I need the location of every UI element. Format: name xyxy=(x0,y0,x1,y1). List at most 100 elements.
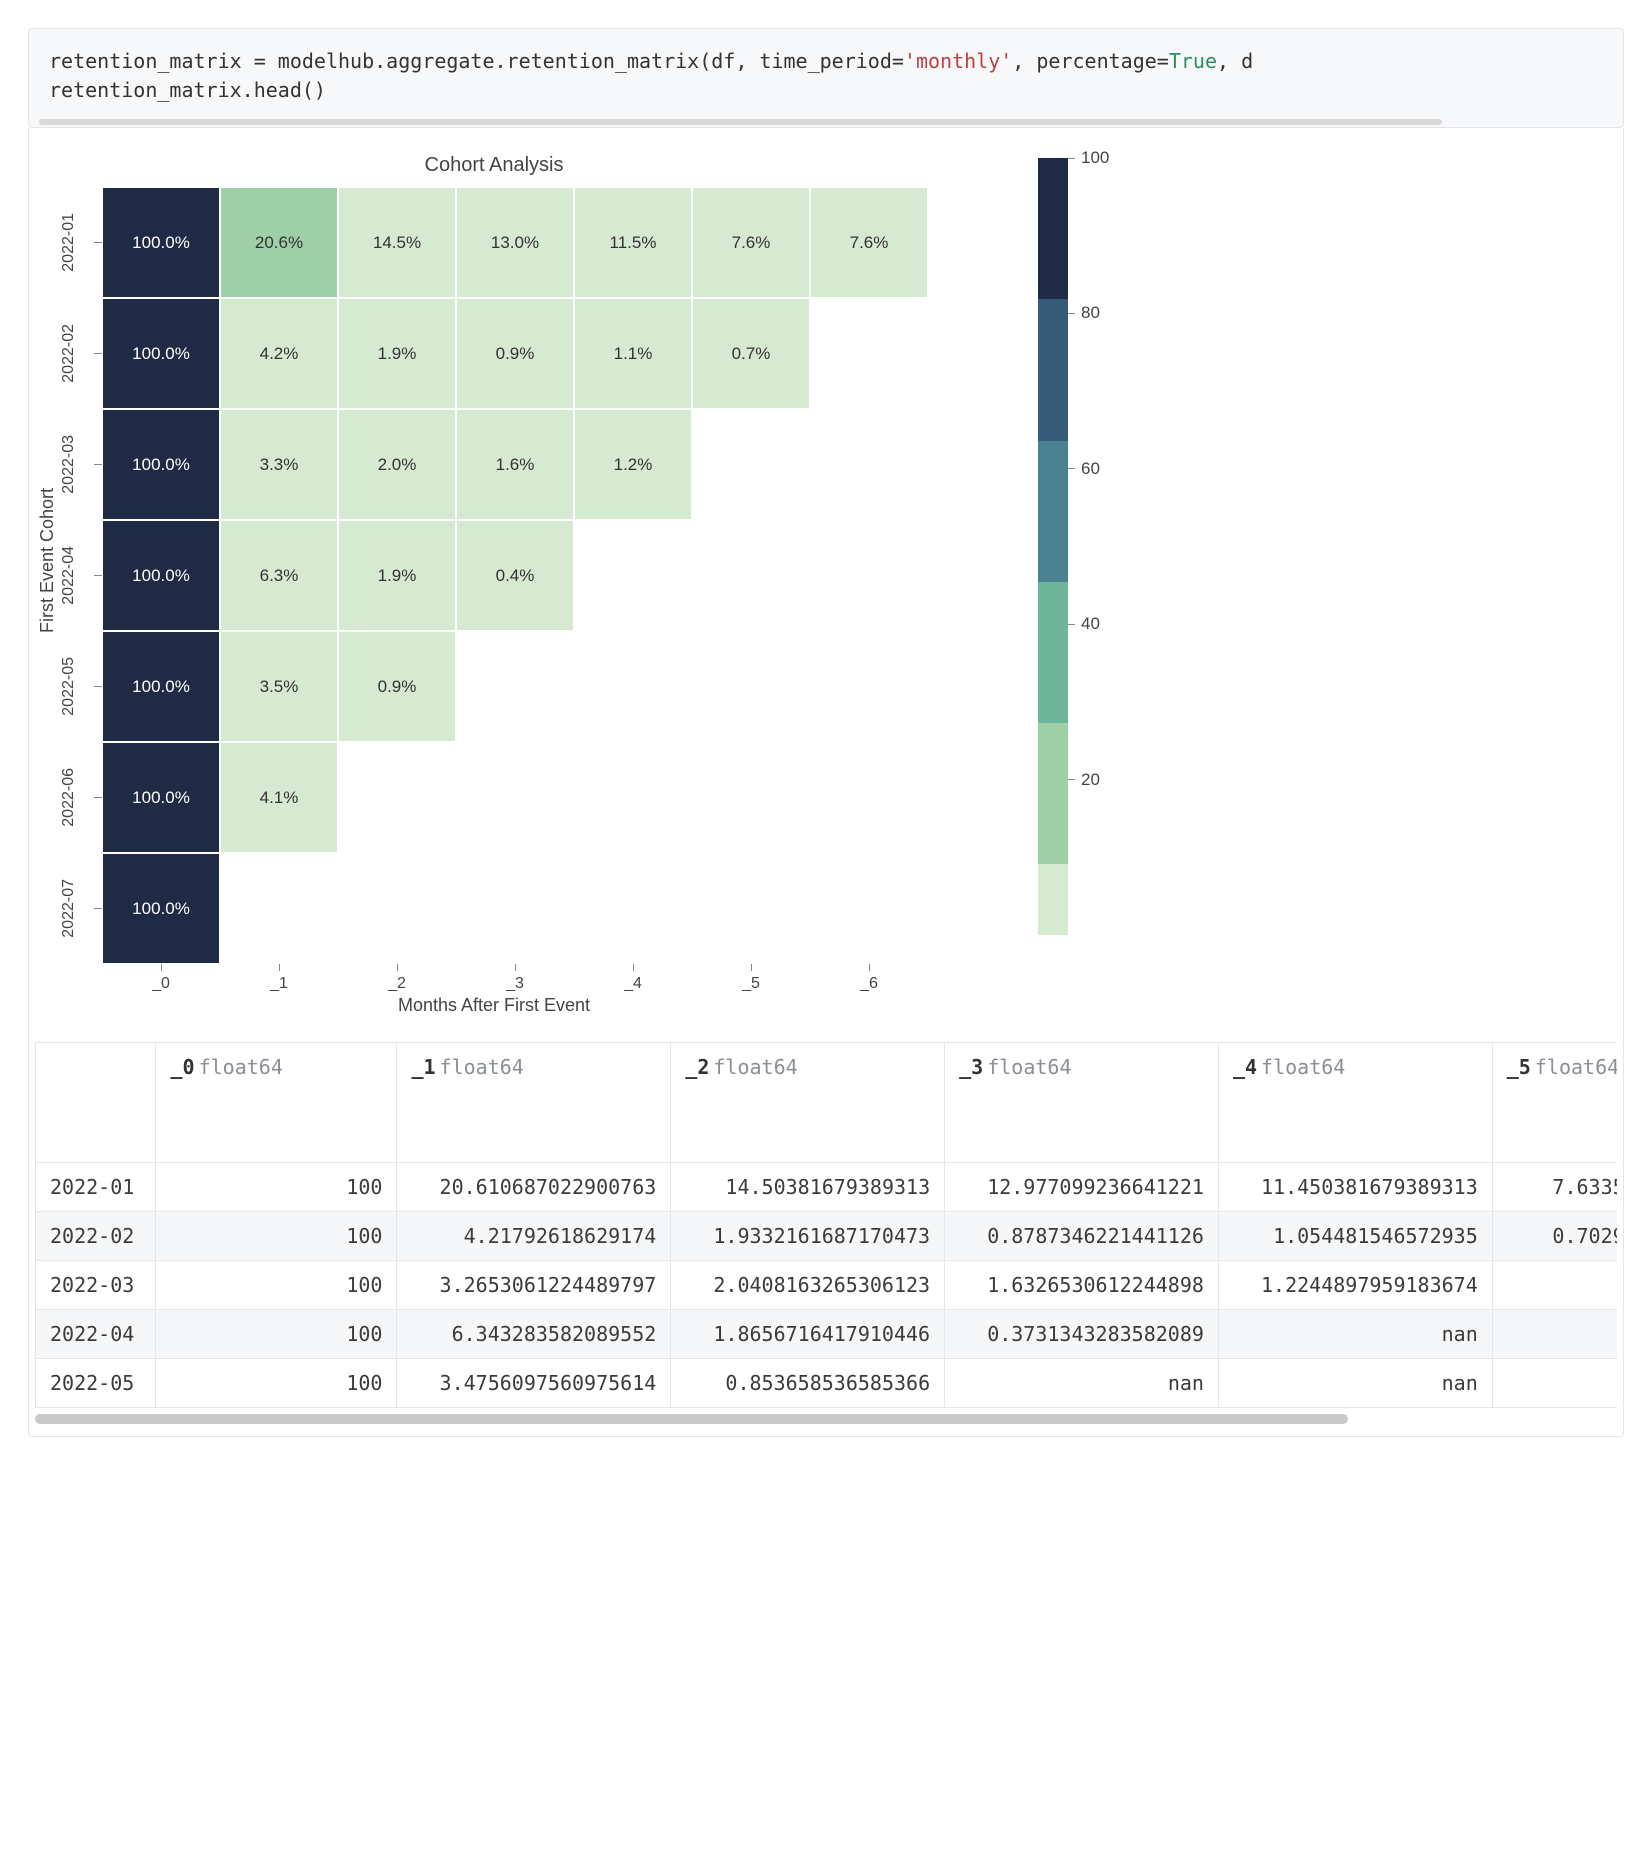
dataframe-cell xyxy=(1492,1310,1617,1359)
heatmap-cell: 100.0% xyxy=(102,742,220,853)
table-row: 2022-041006.3432835820895521.86567164179… xyxy=(36,1310,1618,1359)
heatmap-cell xyxy=(220,853,338,964)
heatmap-cell: 4.2% xyxy=(220,298,338,409)
heatmap-cell xyxy=(810,853,928,964)
dataframe-cell: 0.3731343283582089 xyxy=(945,1310,1219,1359)
heatmap-cell xyxy=(810,409,928,520)
cohort-heatmap-figure: First Event Cohort Cohort Analysis 2022-… xyxy=(35,146,1617,1016)
heatmap-row: 2022-04 100.0%6.3%1.9%0.4% xyxy=(60,520,928,631)
heatmap-cell: 100.0% xyxy=(102,631,220,742)
dataframe-cell: 1.8656716417910446 xyxy=(671,1310,945,1359)
dataframe-scrollbar-thumb[interactable] xyxy=(35,1414,1348,1424)
x-tick-label: _5 xyxy=(742,975,760,993)
heatmap-cell: 7.6% xyxy=(810,187,928,298)
dataframe-cell: 11.450381679389313 xyxy=(1218,1163,1492,1212)
heatmap-cell xyxy=(692,520,810,631)
dataframe-cell: 1.9332161687170473 xyxy=(671,1212,945,1261)
table-row: 2022-021004.217926186291741.933216168717… xyxy=(36,1212,1618,1261)
dataframe-cell: 12.977099236641221 xyxy=(945,1163,1219,1212)
heatmap-cell xyxy=(338,853,456,964)
x-tick-label: _1 xyxy=(270,975,288,993)
code-scrollbar[interactable] xyxy=(28,118,1624,128)
colorbar: 10080604020 xyxy=(1038,158,1128,935)
x-tick-label: _3 xyxy=(506,975,524,993)
dataframe-cell: 1.6326530612244898 xyxy=(945,1261,1219,1310)
dataframe-scrollbar[interactable] xyxy=(35,1412,1617,1426)
dataframe-row-index: 2022-03 xyxy=(36,1261,156,1310)
dataframe-cell: 2.0408163265306123 xyxy=(671,1261,945,1310)
heatmap-cell xyxy=(810,520,928,631)
y-tick-label: 2022-02 xyxy=(60,324,86,383)
heatmap-cell: 100.0% xyxy=(102,409,220,520)
heatmap-cell: 0.4% xyxy=(456,520,574,631)
y-tick-label: 2022-05 xyxy=(60,657,86,716)
heatmap-row: 2022-02100.0%4.2%1.9%0.9%1.1%0.7% xyxy=(60,298,928,409)
heatmap-cell xyxy=(456,853,574,964)
dataframe-cell xyxy=(1492,1359,1617,1408)
dataframe-column-header: _5float64 xyxy=(1492,1043,1617,1163)
heatmap-cell: 7.6% xyxy=(692,187,810,298)
heatmap-cell: 3.3% xyxy=(220,409,338,520)
code-scrollbar-thumb[interactable] xyxy=(39,119,1442,125)
heatmap-cell xyxy=(810,742,928,853)
heatmap-cell xyxy=(456,631,574,742)
x-tick-label: _0 xyxy=(152,975,170,993)
heatmap-row: 2022-01100.0%20.6%14.5%13.0%11.5%7.6%7.6… xyxy=(60,187,928,298)
dataframe-cell: 20.610687022900763 xyxy=(397,1163,671,1212)
dataframe-row-index: 2022-01 xyxy=(36,1163,156,1212)
heatmap-row: 2022-05100.0%3.5%0.9% xyxy=(60,631,928,742)
colorbar-tick: 60 xyxy=(1068,459,1100,479)
dataframe-scroll: _0float64_1float64_2float64_3float64_4fl… xyxy=(35,1042,1617,1426)
heatmap-cell xyxy=(692,631,810,742)
dataframe-cell: 1.2244897959183674 xyxy=(1218,1261,1492,1310)
heatmap-cell: 100.0% xyxy=(102,298,220,409)
dataframe-cell: nan xyxy=(945,1359,1219,1408)
heatmap-cell: 100.0% xyxy=(102,187,220,298)
dataframe-cell: 14.50381679389313 xyxy=(671,1163,945,1212)
dataframe-cell: 7.6335877862 xyxy=(1492,1163,1617,1212)
dataframe-cell: nan xyxy=(1218,1359,1492,1408)
x-axis-label: Months After First Event xyxy=(398,995,590,1016)
dataframe-cell: 100 xyxy=(156,1163,397,1212)
colorbar-tick: 100 xyxy=(1068,148,1109,168)
heatmap-cell: 1.6% xyxy=(456,409,574,520)
y-tick-label: 2022-06 xyxy=(60,768,86,827)
dataframe-cell: nan xyxy=(1218,1310,1492,1359)
y-axis-label: First Event Cohort xyxy=(35,488,60,633)
heatmap-cell xyxy=(456,742,574,853)
heatmap-cell: 0.9% xyxy=(338,631,456,742)
heatmap-cell xyxy=(574,631,692,742)
dataframe-column-header: _0float64 xyxy=(156,1043,397,1163)
heatmap-cell xyxy=(692,742,810,853)
heatmap-cell xyxy=(574,520,692,631)
dataframe-row-index: 2022-02 xyxy=(36,1212,156,1261)
heatmap-cell: 13.0% xyxy=(456,187,574,298)
heatmap-cell: 1.2% xyxy=(574,409,692,520)
heatmap-cell: 1.9% xyxy=(338,520,456,631)
heatmap-cell: 1.1% xyxy=(574,298,692,409)
heatmap-cell: 100.0% xyxy=(102,520,220,631)
heatmap-cell: 100.0% xyxy=(102,853,220,964)
x-tick-label: _4 xyxy=(624,975,642,993)
colorbar-tick: 20 xyxy=(1068,770,1100,790)
y-tick-label: 2022-04 xyxy=(60,546,86,605)
heatmap-cell: 2.0% xyxy=(338,409,456,520)
heatmap-cell: 14.5% xyxy=(338,187,456,298)
dataframe-cell: 3.4756097560975614 xyxy=(397,1359,671,1408)
dataframe-cell xyxy=(1492,1261,1617,1310)
heatmap-row: 2022-06100.0%4.1% xyxy=(60,742,928,853)
heatmap-cell xyxy=(692,409,810,520)
heatmap-row: 2022-07100.0% xyxy=(60,853,928,964)
x-tick-label: _6 xyxy=(860,975,878,993)
chart-title: Cohort Analysis xyxy=(425,154,564,177)
dataframe-cell: 1.054481546572935 xyxy=(1218,1212,1492,1261)
heatmap-cell: 6.3% xyxy=(220,520,338,631)
output-area: First Event Cohort Cohort Analysis 2022-… xyxy=(28,128,1624,1437)
heatmap-cell: 1.9% xyxy=(338,298,456,409)
code-line-2: retention_matrix.head() xyxy=(49,76,1603,105)
table-row: 2022-051003.47560975609756140.8536585365… xyxy=(36,1359,1618,1408)
heatmap-cell xyxy=(574,853,692,964)
dataframe-column-header: _3float64 xyxy=(945,1043,1219,1163)
dataframe-column-header: _1float64 xyxy=(397,1043,671,1163)
heatmap-cell xyxy=(810,298,928,409)
